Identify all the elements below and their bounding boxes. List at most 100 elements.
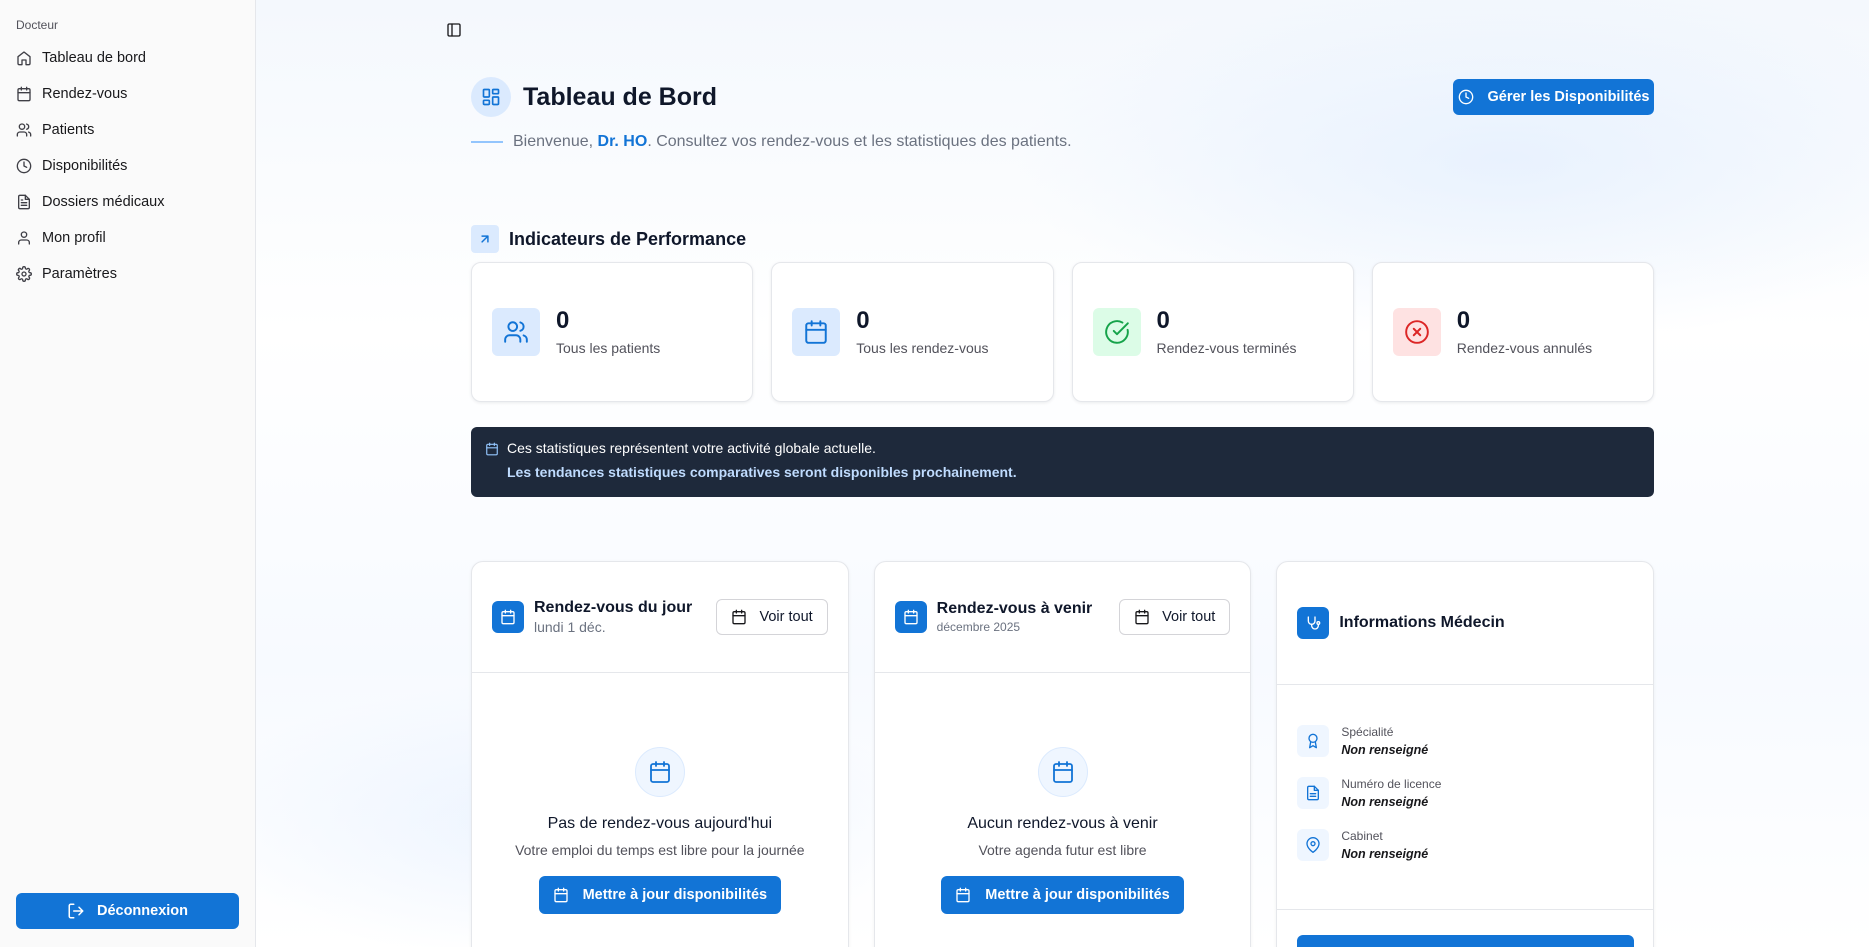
sidebar-nav: Tableau de bord Rendez-vous Patients Dis…: [0, 40, 255, 292]
stethoscope-icon: [1297, 607, 1330, 639]
update-availability-button[interactable]: Mettre à jour disponibilités: [941, 876, 1184, 914]
award-icon: [1297, 725, 1330, 757]
sidebar-group-label: Docteur: [16, 18, 59, 32]
logout-button[interactable]: Déconnexion: [16, 893, 239, 929]
welcome-row: Bienvenue, Dr. HO. Consultez vos rendez-…: [471, 133, 1869, 151]
sidebar-item-parametres[interactable]: Paramètres: [8, 256, 247, 292]
empty-state: Aucun rendez-vous à venir Votre agenda f…: [875, 673, 1251, 914]
sidebar-item-dossiers-medicaux[interactable]: Dossiers médicaux: [8, 184, 247, 220]
doctor-info-action-button[interactable]: [1297, 935, 1635, 947]
calendar-icon: [792, 308, 841, 356]
empty-title: Pas de rendez-vous aujourd'hui: [547, 815, 773, 832]
update-availability-label: Mettre à jour disponibilités: [985, 887, 1170, 903]
x-circle-icon: [1392, 308, 1441, 356]
calendar-icon: [1135, 609, 1149, 625]
info-label: Spécialité: [1341, 725, 1394, 739]
upcoming-appointments-panel: Rendez-vous à venir décembre 2025 Voir t…: [873, 561, 1252, 947]
view-all-upcoming-button[interactable]: Voir tout: [1119, 599, 1231, 635]
welcome-prefix: Bienvenue,: [513, 133, 598, 150]
kpi-section-header: Indicateurs de Performance: [471, 225, 746, 253]
dashboard-icon: [471, 77, 511, 117]
today-appointments-panel: Rendez-vous du jour lundi 1 déc. Voir to…: [471, 561, 849, 947]
banner-line-2: Les tendances statistiques comparatives …: [507, 464, 1017, 480]
info-label: Cabinet: [1341, 829, 1383, 843]
info-text: Cabinet Non renseigné: [1341, 829, 1428, 861]
trending-up-icon: [471, 225, 499, 253]
banner-text: Ces statistiques représentent votre acti…: [507, 440, 1017, 484]
kpi-text: 0 Rendez-vous terminés: [1156, 306, 1297, 356]
sidebar-item-patients[interactable]: Patients: [8, 112, 247, 148]
check-circle-icon: [1092, 308, 1141, 356]
doctor-info-list: Spécialité Non renseigné Numéro de licen…: [1277, 685, 1653, 861]
kpi-value: 0: [1456, 306, 1471, 334]
sidebar-item-disponibilites[interactable]: Disponibilités: [8, 148, 247, 184]
info-text: Spécialité Non renseigné: [1341, 725, 1428, 757]
kpi-cards: 0 Tous les patients 0 Tous les rendez-vo…: [471, 262, 1654, 402]
info-row-license: Numéro de licence Non renseigné: [1297, 777, 1633, 809]
file-text-icon: [1297, 777, 1330, 809]
calendar-icon: [956, 887, 970, 903]
calendar-icon: [634, 747, 685, 797]
calendar-icon: [17, 86, 31, 102]
sidebar-item-label: Rendez-vous: [42, 86, 128, 102]
kpi-text: 0 Tous les patients: [556, 307, 661, 357]
manage-availability-button[interactable]: Gérer les Disponibilités: [1453, 79, 1654, 115]
sidebar-item-label: Dossiers médicaux: [42, 194, 165, 210]
sidebar-item-label: Paramètres: [42, 266, 117, 282]
manage-availability-label: Gérer les Disponibilités: [1487, 89, 1650, 105]
gear-icon: [16, 266, 32, 282]
welcome-suffix: . Consultez vos rendez-vous et les stati…: [647, 133, 1072, 150]
panel-header: Rendez-vous du jour lundi 1 déc. Voir to…: [472, 562, 848, 673]
view-all-today-button[interactable]: Voir tout: [716, 599, 828, 635]
kpi-label: Tous les patients: [556, 340, 661, 357]
sidebar-item-label: Disponibilités: [42, 158, 128, 174]
calendar-icon: [553, 887, 568, 903]
file-text-icon: [18, 194, 30, 210]
info-row-specialty: Spécialité Non renseigné: [1297, 725, 1633, 757]
panel-month: décembre 2025: [936, 620, 1021, 634]
panel-title: Rendez-vous du jour: [534, 599, 693, 616]
sidebar-item-label: Tableau de bord: [42, 50, 146, 66]
users-icon: [492, 308, 540, 356]
calendar-icon: [492, 601, 524, 633]
sidebar-toggle-button[interactable]: [444, 20, 464, 40]
kpi-value: 0: [1156, 306, 1170, 334]
sidebar-item-label: Patients: [42, 122, 95, 138]
main-content: Tableau de Bord Bienvenue, Dr. HO. Consu…: [256, 0, 1869, 947]
clock-icon: [16, 158, 32, 174]
sidebar-item-rendez-vous[interactable]: Rendez-vous: [8, 76, 247, 112]
home-icon: [17, 51, 31, 66]
kpi-text: 0 Tous les rendez-vous: [856, 306, 989, 357]
kpi-card-appointments: 0 Tous les rendez-vous: [771, 262, 1054, 402]
doctor-info-panel: Informations Médecin Spécialité Non rens…: [1276, 561, 1655, 947]
kpi-card-completed: 0 Rendez-vous terminés: [1071, 262, 1354, 402]
panels-row: Rendez-vous du jour lundi 1 déc. Voir to…: [471, 561, 1655, 947]
clock-icon: [1458, 89, 1473, 105]
panel-title: Informations Médecin: [1339, 614, 1505, 631]
panel-titles: Rendez-vous du jour lundi 1 déc.: [534, 599, 706, 635]
sidebar-item-label: Mon profil: [42, 230, 106, 246]
info-label: Numéro de licence: [1341, 777, 1442, 791]
sidebar-item-mon-profil[interactable]: Mon profil: [8, 220, 247, 256]
info-value: Non renseigné: [1341, 847, 1429, 861]
kpi-card-patients: 0 Tous les patients: [471, 262, 754, 402]
kpi-label: Tous les rendez-vous: [856, 340, 989, 357]
panel-header: Informations Médecin: [1277, 562, 1654, 685]
stats-info-banner: Ces statistiques représentent votre acti…: [471, 427, 1654, 497]
update-availability-button[interactable]: Mettre à jour disponibilités: [538, 876, 782, 914]
kpi-value: 0: [856, 306, 870, 334]
panel-titles: Informations Médecin: [1339, 614, 1633, 632]
kpi-section-title: Indicateurs de Performance: [509, 228, 747, 249]
panel-divider: [1277, 909, 1654, 910]
welcome-text: Bienvenue, Dr. HO. Consultez vos rendez-…: [513, 133, 1072, 151]
logout-label: Déconnexion: [96, 903, 189, 919]
calendar-icon: [732, 609, 747, 625]
info-value: Non renseigné: [1341, 795, 1429, 809]
panel-titles: Rendez-vous à venir décembre 2025: [937, 600, 1109, 634]
calendar-icon: [486, 442, 498, 456]
doctor-name: Dr. HO: [597, 133, 648, 150]
sidebar-item-tableau-de-bord[interactable]: Tableau de bord: [8, 40, 247, 76]
title-row: Tableau de Bord: [471, 77, 1869, 117]
empty-state: Pas de rendez-vous aujourd'hui Votre emp…: [472, 673, 848, 914]
kpi-label: Rendez-vous annulés: [1456, 340, 1593, 357]
